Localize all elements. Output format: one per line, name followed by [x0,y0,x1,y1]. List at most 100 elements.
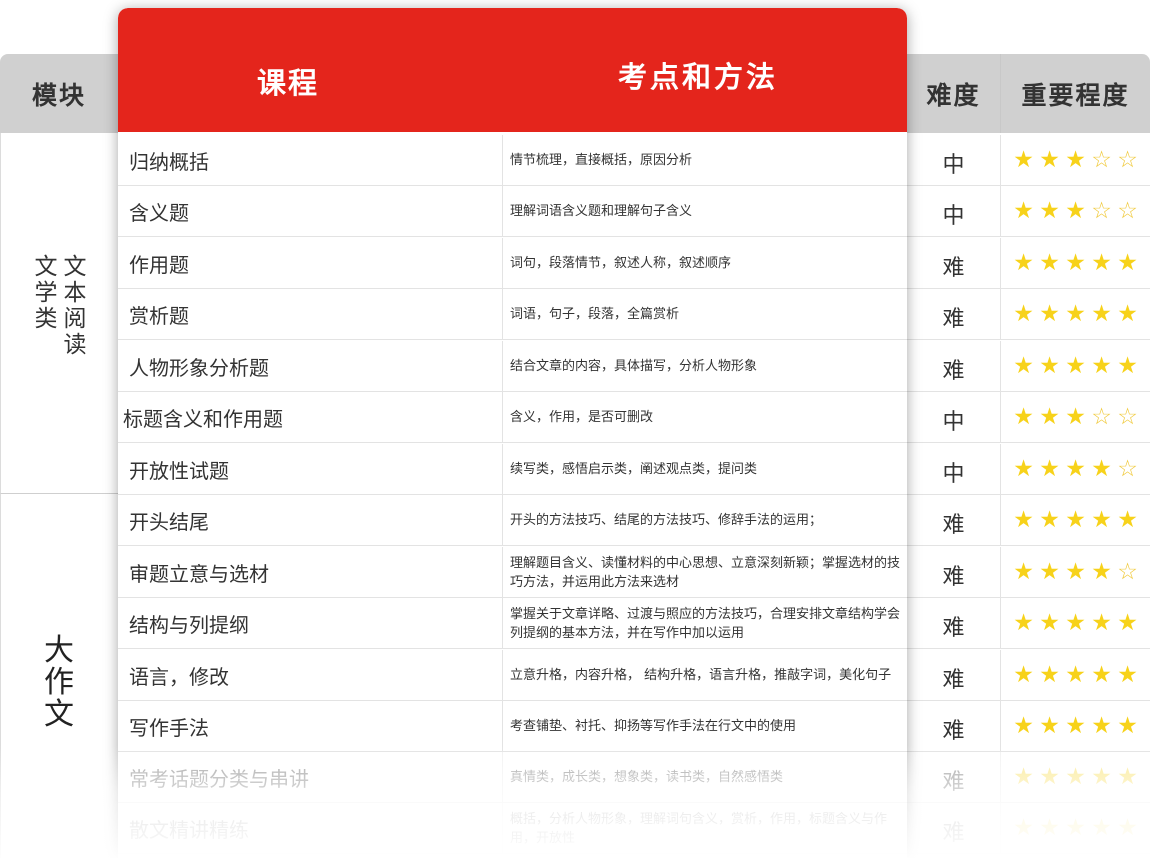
star-filled-icon: ★ [1039,713,1060,739]
rating-row: 难 ★ ★ ★ ★ ★ [907,289,1150,340]
importance-stars: ★ ★ ★ ★ ★ [1000,598,1150,649]
star-filled-icon: ★ [1091,507,1112,533]
course-points: 真情类，成长类，想象类，读书类，自然感悟类 [502,752,907,803]
star-filled-icon: ★ [1091,559,1112,585]
course-name: 标题含义和作用题 [123,407,283,431]
importance-stars: ★ ★ ★ ★ ★ [1000,289,1150,340]
course-name: 人物形象分析题 [129,356,269,380]
course-name: 赏析题 [129,304,189,328]
course-header: 课程 [256,66,319,100]
course-row: 标题含义和作用题 含义，作用，是否可删改 [118,392,907,443]
star-filled-icon: ★ [1091,456,1112,482]
star-empty-icon: ☆ [1091,198,1112,224]
star-filled-icon: ★ [1013,456,1034,482]
course-points: 立意升格，内容升格， 结构升格，语言升格，推敲字词，美化句子 [502,650,907,701]
star-filled-icon: ★ [1091,662,1112,688]
module-composition-label: 大作文 [44,633,74,732]
rating-row: 难 ★ ★ ★ ★ ★ [907,650,1150,701]
rating-row: 难 ★ ★ ★ ★ ☆ [907,547,1150,598]
course-points: 含义，作用，是否可删改 [502,392,907,443]
course-name: 写作手法 [129,716,209,740]
course-row: 结构与列提纲 掌握关于文章详略、过渡与照应的方法技巧，合理安排文章结构学会列提纲的… [118,598,907,649]
star-filled-icon: ★ [1013,662,1034,688]
star-filled-icon: ★ [1065,764,1086,790]
module-literary-reading: 文本阅读 文学类 [0,133,118,494]
star-filled-icon: ★ [1039,353,1060,379]
course-row: 含义题 理解词语含义题和理解句子含义 [118,186,907,237]
star-filled-icon: ★ [1117,662,1138,688]
difficulty-value: 中 [942,461,965,487]
difficulty-header: 难度 [907,54,1000,133]
star-filled-icon: ★ [1065,610,1086,636]
star-filled-icon: ★ [1039,301,1060,327]
module-composition: 大作文 [0,494,118,858]
star-filled-icon: ★ [1039,610,1060,636]
star-empty-icon: ☆ [1117,404,1138,430]
star-filled-icon: ★ [1039,507,1060,533]
star-filled-icon: ★ [1013,507,1034,533]
star-filled-icon: ★ [1065,198,1086,224]
star-filled-icon: ★ [1065,147,1086,173]
star-empty-icon: ☆ [1091,147,1112,173]
star-filled-icon: ★ [1039,147,1060,173]
course-points: 情节梳理，直接概括，原因分析 [502,135,907,186]
course-name: 归纳概括 [129,150,209,174]
star-filled-icon: ★ [1013,713,1034,739]
difficulty-value: 难 [942,306,965,332]
star-filled-icon: ★ [1013,559,1034,585]
star-filled-icon: ★ [1039,662,1060,688]
star-filled-icon: ★ [1013,610,1034,636]
star-filled-icon: ★ [1039,764,1060,790]
difficulty-value: 难 [942,820,965,846]
star-filled-icon: ★ [1039,456,1060,482]
star-filled-icon: ★ [1065,250,1086,276]
star-filled-icon: ★ [1117,353,1138,379]
star-filled-icon: ★ [1091,301,1112,327]
difficulty-value: 中 [942,203,965,229]
difficulty-value: 难 [942,769,965,795]
course-row: 开头结尾 开头的方法技巧、结尾的方法技巧、修辞手法的运用； [118,495,907,546]
rating-row: 难 ★ ★ ★ ★ ★ [907,701,1150,752]
importance-stars: ★ ★ ★ ★ ★ [1000,701,1150,752]
difficulty-value: 难 [942,667,965,693]
difficulty-value: 难 [942,512,965,538]
star-filled-icon: ★ [1091,250,1112,276]
star-filled-icon: ★ [1039,198,1060,224]
star-empty-icon: ☆ [1091,404,1112,430]
importance-stars: ★ ★ ★ ★ ☆ [1000,444,1150,495]
star-filled-icon: ★ [1065,456,1086,482]
course-row: 作用题 词句，段落情节，叙述人称，叙述顺序 [118,238,907,289]
star-filled-icon: ★ [1091,815,1112,841]
star-filled-icon: ★ [1013,404,1034,430]
course-row: 审题立意与选材 理解题目含义、读懂材料的中心思想、立意深刻新颖；掌握选材的技巧方法… [118,547,907,598]
course-name: 散文精讲精练 [129,818,249,842]
star-empty-icon: ☆ [1117,559,1138,585]
course-name: 作用题 [129,253,189,277]
course-points: 词句，段落情节，叙述人称，叙述顺序 [502,238,907,289]
difficulty-value: 难 [942,564,965,590]
star-filled-icon: ★ [1065,301,1086,327]
star-filled-icon: ★ [1039,404,1060,430]
star-filled-icon: ★ [1117,815,1138,841]
star-filled-icon: ★ [1117,610,1138,636]
importance-stars: ★ ★ ★ ☆ ☆ [1000,135,1150,186]
rating-row: 难 ★ ★ ★ ★ ★ [907,803,1150,854]
course-row: 归纳概括 情节梳理，直接概括，原因分析 [118,135,907,186]
card-header: 课程 考点和方法 [118,8,907,132]
importance-stars: ★ ★ ★ ★ ★ [1000,238,1150,289]
course-name: 语言，修改 [129,665,229,689]
star-filled-icon: ★ [1065,507,1086,533]
star-filled-icon: ★ [1013,250,1034,276]
course-row: 写作手法 考查铺垫、衬托、抑扬等写作手法在行文中的使用 [118,701,907,752]
importance-stars: ★ ★ ★ ★ ★ [1000,495,1150,546]
importance-stars: ★ ★ ★ ★ ★ [1000,341,1150,392]
difficulty-value: 难 [942,615,965,641]
star-filled-icon: ★ [1013,353,1034,379]
star-filled-icon: ★ [1117,301,1138,327]
module-literary-line2: 文学类 [34,254,58,332]
module-literary-line1: 文本阅读 [63,254,87,358]
star-filled-icon: ★ [1065,404,1086,430]
star-empty-icon: ☆ [1117,198,1138,224]
course-name: 审题立意与选材 [129,562,269,586]
star-filled-icon: ★ [1117,250,1138,276]
